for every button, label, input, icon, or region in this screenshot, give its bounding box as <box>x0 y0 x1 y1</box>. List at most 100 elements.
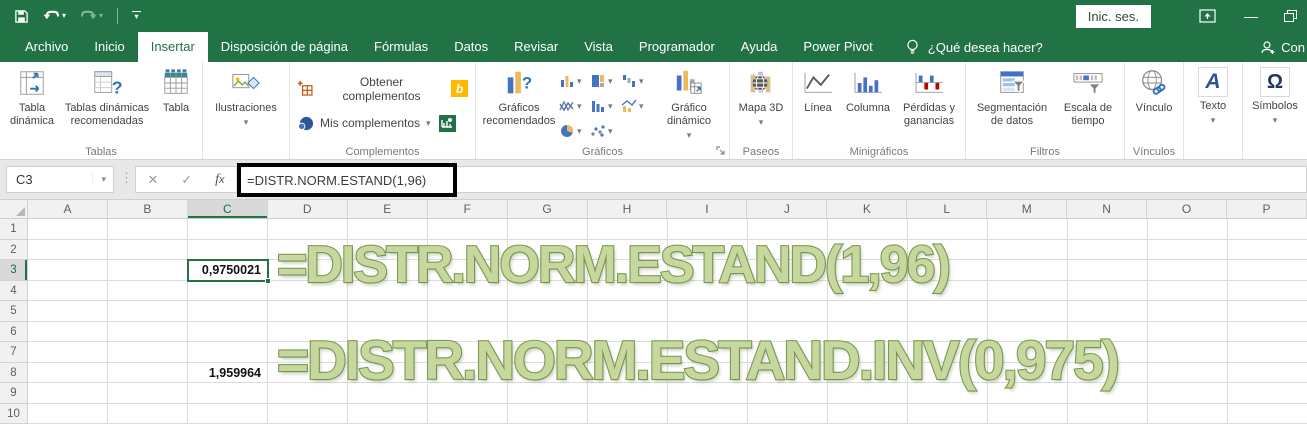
row-header-8[interactable]: 8 <box>0 362 28 383</box>
tab-formulas[interactable]: Fórmulas <box>361 32 441 62</box>
tab-vista[interactable]: Vista <box>571 32 626 62</box>
row-header-6[interactable]: 6 <box>0 321 28 342</box>
redo-caret-icon: ▾ <box>99 11 104 20</box>
minimize-button[interactable]: — <box>1229 2 1273 30</box>
cancel-button[interactable]: ✕ <box>147 172 158 188</box>
customize-qat-caret-icon: ▾ <box>134 12 139 21</box>
tab-insertar[interactable]: Insertar <box>137 32 208 62</box>
worksheet[interactable]: ABCDEFGHIJKLMNOP 1 2 3 4 5 6 7 8 9 10 =DISTR.NORM… <box>0 200 1307 424</box>
undo-button[interactable]: ▾ <box>43 9 66 23</box>
ribbon-display-options-button[interactable] <box>1185 2 1229 30</box>
people-graph-addin-button[interactable] <box>438 114 456 132</box>
map-3d-caret-icon: ▾ <box>758 117 764 127</box>
recommended-pivot-tables-button[interactable]: ? Tablas dinámicas recomendadas <box>61 64 153 144</box>
redo-button[interactable]: ▾ <box>80 9 103 23</box>
get-addins-button[interactable]: Obtener complementos <box>297 75 443 103</box>
row-header-4[interactable]: 4 <box>0 280 28 301</box>
insert-line-chart-button[interactable]: ▾ <box>559 93 590 118</box>
row-header-3[interactable]: 3 <box>0 260 28 281</box>
tab-datos[interactable]: Datos <box>441 32 501 62</box>
pivot-chart-button[interactable]: Gráfico dinámico ▾ <box>652 64 726 144</box>
share-button[interactable]: Con <box>1260 32 1307 62</box>
insert-combo-chart-button[interactable]: ▾ <box>621 93 652 118</box>
select-all-corner[interactable] <box>0 200 28 219</box>
enter-button[interactable]: ✓ <box>181 172 192 188</box>
sparkline-line-button[interactable]: Línea <box>796 64 840 144</box>
symbols-button[interactable]: Ω Símbolos ▾ <box>1246 64 1304 144</box>
tab-revisar[interactable]: Revisar <box>501 32 571 62</box>
row-header-10[interactable]: 10 <box>0 403 28 424</box>
row-header-9[interactable]: 9 <box>0 383 28 404</box>
column-headers: ABCDEFGHIJKLMNOP <box>0 200 1307 219</box>
insert-pie-chart-button[interactable]: ▾ <box>559 118 590 143</box>
group-ilustraciones: Ilustraciones ▾ <box>203 62 290 159</box>
omega-icon: Ω <box>1260 67 1290 97</box>
restore-button[interactable] <box>1273 2 1307 30</box>
tab-inicio[interactable]: Inicio <box>81 32 137 62</box>
column-header-A[interactable]: A <box>27 200 108 219</box>
insert-scatter-chart-button[interactable]: ▾ <box>590 118 621 143</box>
customize-qat-button[interactable]: ▾ <box>132 11 142 21</box>
column-header-H[interactable]: H <box>587 200 668 219</box>
tab-disposicion-de-pagina[interactable]: Disposición de página <box>208 32 361 62</box>
pivot-table-button[interactable]: Tabla dinámica <box>3 64 61 144</box>
group-texto: A Texto ▾ <box>1184 62 1243 159</box>
fill-handle[interactable] <box>265 278 271 284</box>
link-button[interactable]: Vínculo <box>1128 64 1180 144</box>
my-addins-button[interactable]: Mis complementos ▾ <box>297 115 431 132</box>
insert-column-chart-button[interactable]: ▾ <box>559 68 590 93</box>
caret-icon: ▾ <box>639 75 644 86</box>
wordart-distr-norm-estand-inv[interactable]: =DISTR.NORM.ESTAND.INV(0,975) <box>276 331 1121 388</box>
tab-programador[interactable]: Programador <box>626 32 728 62</box>
column-header-C[interactable]: C <box>187 200 268 219</box>
insert-statistic-chart-button[interactable]: ▾ <box>590 93 621 118</box>
tab-ayuda[interactable]: Ayuda <box>728 32 791 62</box>
text-caret-icon: ▾ <box>1210 115 1216 125</box>
sparkline-line-icon <box>801 67 835 99</box>
bing-maps-addin-button[interactable]: b <box>451 80 468 97</box>
column-header-P[interactable]: P <box>1227 200 1307 219</box>
recommended-charts-button[interactable]: ? Gráficos recomendados <box>479 64 559 144</box>
save-button[interactable] <box>14 9 29 24</box>
column-header-O[interactable]: O <box>1147 200 1228 219</box>
timeline-button[interactable]: Escala de tiempo <box>1055 64 1121 144</box>
insert-function-button[interactable]: fx <box>215 171 224 188</box>
recommended-charts-icon: ? <box>504 67 534 99</box>
slicer-button[interactable]: Segmentación de datos <box>969 64 1055 144</box>
sign-in-button[interactable]: Inic. ses. <box>1075 4 1151 28</box>
column-header-E[interactable]: E <box>347 200 428 219</box>
column-header-B[interactable]: B <box>107 200 188 219</box>
row-header-7[interactable]: 7 <box>0 342 28 363</box>
row-header-1[interactable]: 1 <box>0 219 28 240</box>
map-3d-button[interactable]: Mapa 3D ▾ <box>733 64 789 144</box>
row-header-5[interactable]: 5 <box>0 301 28 322</box>
sparkline-column-button[interactable]: Columna <box>840 64 896 144</box>
text-button[interactable]: A Texto ▾ <box>1187 64 1239 144</box>
pivot-chart-icon <box>674 67 704 99</box>
column-header-K[interactable]: K <box>827 200 908 219</box>
combo-chart-icon <box>621 99 637 112</box>
formula-input[interactable]: =DISTR.NORM.ESTAND(1,96) <box>237 163 457 197</box>
column-header-I[interactable]: I <box>667 200 748 219</box>
table-button[interactable]: Tabla <box>153 64 199 144</box>
grid-row-5 <box>28 301 1307 322</box>
column-header-M[interactable]: M <box>987 200 1068 219</box>
sparkline-winloss-button[interactable]: Pérdidas y ganancias <box>896 64 962 144</box>
illustrations-button[interactable]: Ilustraciones ▾ <box>206 64 286 144</box>
column-header-D[interactable]: D <box>267 200 348 219</box>
insert-hierarchy-chart-button[interactable]: ▾ <box>590 68 621 93</box>
column-header-L[interactable]: L <box>907 200 988 219</box>
column-header-N[interactable]: N <box>1067 200 1148 219</box>
pie-chart-icon <box>561 124 573 137</box>
formula-bar-separator-icon: ⋮ <box>120 170 133 185</box>
column-header-F[interactable]: F <box>427 200 508 219</box>
row-header-2[interactable]: 2 <box>0 239 28 260</box>
tab-archivo[interactable]: Archivo <box>12 32 81 62</box>
column-header-G[interactable]: G <box>507 200 588 219</box>
tab-power-pivot[interactable]: Power Pivot <box>790 32 885 62</box>
insert-waterfall-chart-button[interactable]: ▾ <box>621 68 652 93</box>
tell-me-search[interactable]: ¿Qué desea hacer? <box>906 32 1043 62</box>
column-header-J[interactable]: J <box>747 200 828 219</box>
wordart-distr-norm-estand[interactable]: =DISTR.NORM.ESTAND(1,96) <box>276 238 952 292</box>
name-box[interactable]: C3 ▾ <box>6 166 114 193</box>
